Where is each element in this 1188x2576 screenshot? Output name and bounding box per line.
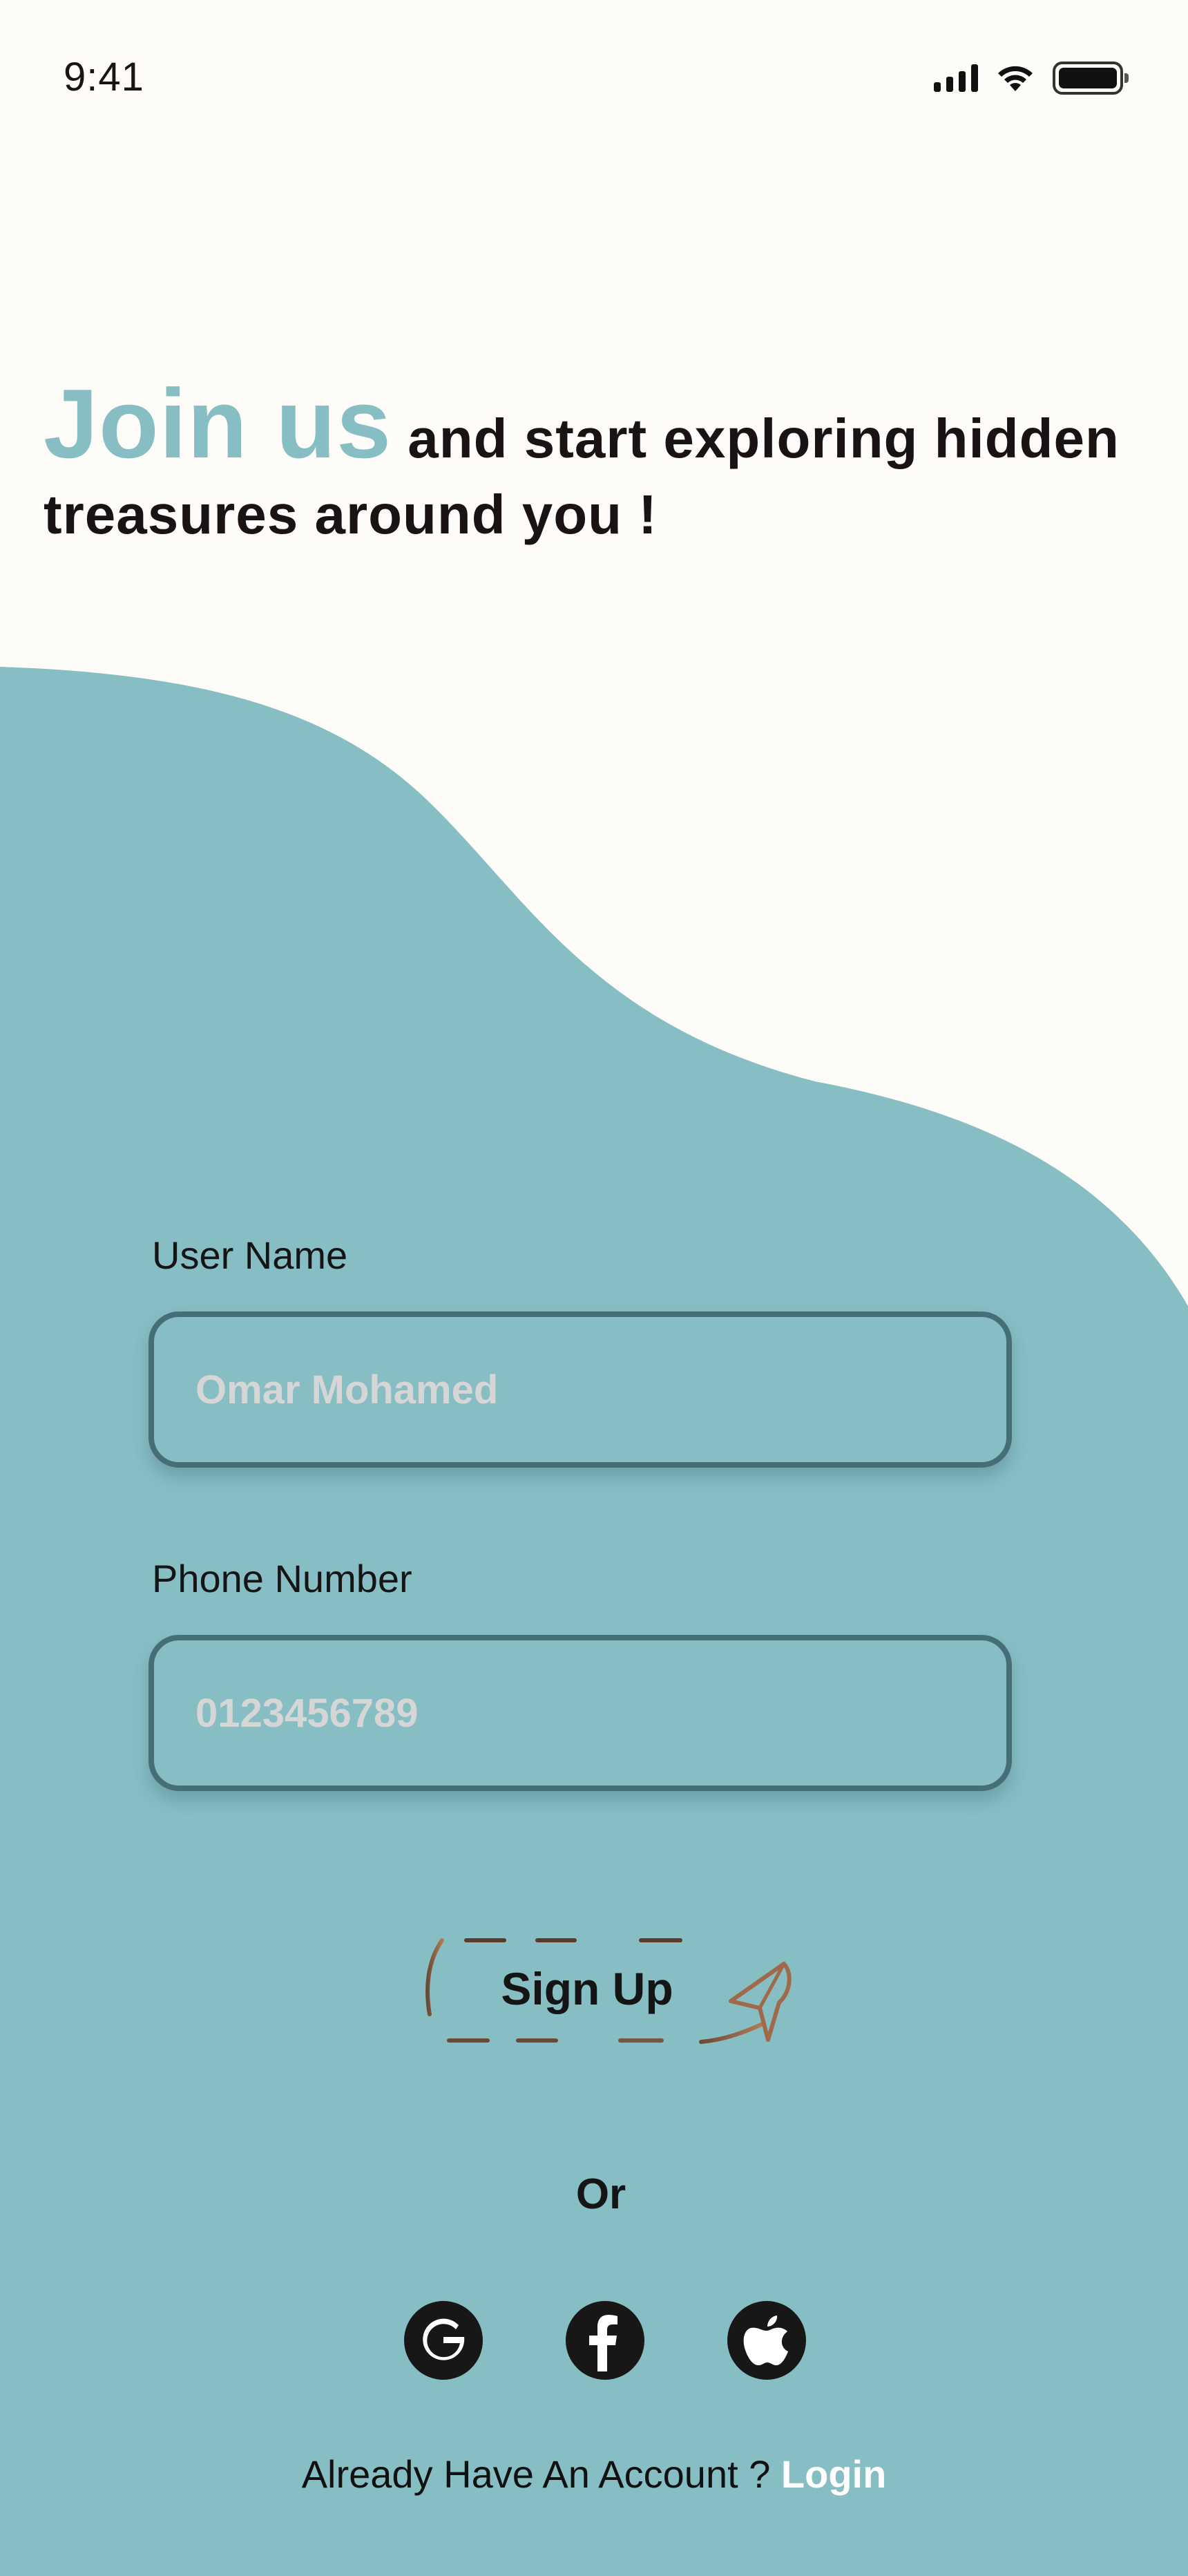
apple-icon [743, 2315, 788, 2365]
status-icons [934, 59, 1129, 97]
signal-icon [934, 64, 978, 92]
facebook-icon [589, 2315, 617, 2371]
wifi-icon [998, 66, 1033, 91]
signup-button[interactable]: Sign Up [421, 1928, 808, 2059]
google-icon [423, 2318, 465, 2360]
username-label: User Name [152, 1233, 348, 1277]
status-time: 9:41 [64, 55, 144, 100]
footer-prompt-text: Already Have An Account ? [301, 2452, 781, 2496]
facebook-login-button[interactable] [566, 2301, 644, 2380]
phone-label: Phone Number [152, 1557, 412, 1600]
signup-label: Sign Up [501, 1963, 673, 2014]
divider-text: Or [575, 2170, 626, 2218]
username-input[interactable] [148, 1311, 1012, 1468]
social-login-row [404, 2301, 806, 2380]
phone-input[interactable] [148, 1635, 1012, 1791]
login-link[interactable]: Login [781, 2452, 886, 2496]
page-title: Join us and start exploring hidden treas… [44, 366, 1162, 547]
headline-accent: Join us [44, 369, 392, 479]
footer-login-prompt: Already Have An Account ? Login [0, 2452, 1188, 2497]
battery-icon [1053, 61, 1129, 95]
google-login-button[interactable] [404, 2301, 483, 2380]
status-bar: 9:41 [0, 0, 1188, 159]
apple-login-button[interactable] [727, 2301, 806, 2380]
